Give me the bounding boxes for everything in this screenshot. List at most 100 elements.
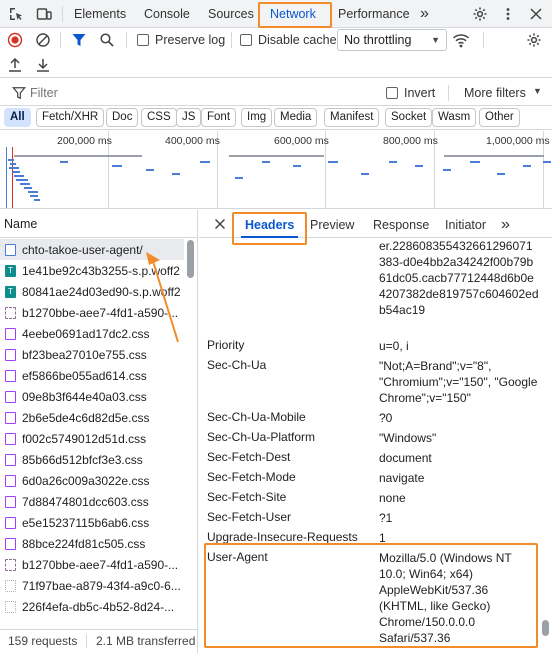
header-value: 1: [379, 531, 386, 545]
header-value: Mozilla/5.0 (Windows NT 10.0; Win64; x64…: [379, 551, 512, 645]
request-row[interactable]: b1270bbe-aee7-4fd1-a590-...: [0, 554, 184, 575]
request-name: e5e15237115b6ab6.css: [22, 515, 150, 530]
request-row[interactable]: 88bce224fd81c505.css: [0, 533, 184, 554]
header-key: Sec-Fetch-Site: [207, 490, 287, 504]
waterfall-bar: [200, 161, 210, 163]
request-row[interactable]: ef5866be055ad614.css: [0, 365, 184, 386]
tab-elements[interactable]: Elements: [74, 0, 126, 28]
request-name: ef5866be055ad614.css: [22, 368, 147, 383]
img-file-icon: [5, 579, 16, 592]
waterfall-bar: [444, 155, 544, 157]
request-name: 71f97bae-a879-43f4-a9c0-6...: [22, 578, 181, 593]
tab-response[interactable]: Response: [373, 210, 429, 238]
timeline-tick: 1,000,000 ms: [486, 135, 550, 147]
type-filter-img[interactable]: Img: [241, 108, 273, 127]
tab-headers[interactable]: Headers: [240, 210, 299, 238]
type-filter-css[interactable]: CSS: [141, 108, 177, 127]
request-row[interactable]: bf23bea27010e755.css: [0, 344, 184, 365]
details-scrollbar[interactable]: [542, 620, 549, 636]
request-row[interactable]: 6d0a26c009a3022e.css: [0, 470, 184, 491]
name-column-header[interactable]: Name: [0, 210, 198, 238]
dom-content-loaded-marker: [6, 147, 7, 208]
more-filters-button[interactable]: More filters: [464, 86, 526, 100]
tab-network[interactable]: Network: [264, 0, 322, 28]
more-detail-tabs-icon[interactable]: »: [501, 210, 510, 238]
throttling-select[interactable]: No throttling ▼: [337, 29, 447, 51]
search-icon[interactable]: [98, 31, 116, 49]
tab-performance[interactable]: Performance: [338, 0, 410, 28]
export-har-icon[interactable]: [34, 56, 52, 74]
request-row[interactable]: e5e15237115b6ab6.css: [0, 512, 184, 533]
request-name: 226f4efa-db5c-4b52-8d24-...: [22, 599, 175, 614]
request-row[interactable]: f002c5749012d51d.css: [0, 428, 184, 449]
tab-preview[interactable]: Preview: [310, 210, 354, 238]
type-filter-doc[interactable]: Doc: [106, 108, 139, 127]
waterfall-bar: [146, 169, 154, 171]
type-filter-socket[interactable]: Socket: [385, 108, 433, 127]
close-details-icon[interactable]: [211, 215, 229, 233]
css-file-icon: [5, 474, 16, 487]
disable-cache-checkbox[interactable]: [240, 34, 252, 46]
img-file-icon: [5, 600, 16, 613]
timeline-tick: 400,000 ms: [165, 135, 220, 147]
record-icon[interactable]: [6, 31, 24, 49]
tab-console[interactable]: Console: [144, 0, 190, 28]
request-row[interactable]: 71f97bae-a879-43f4-a9c0-6...: [0, 575, 184, 596]
clear-icon[interactable]: [34, 31, 52, 49]
more-options-icon[interactable]: [498, 4, 518, 24]
header-key: Sec-Ch-Ua: [207, 358, 267, 372]
details-tabs: Headers Preview Response Initiator »: [199, 210, 552, 238]
request-row[interactable]: 226f4efa-db5c-4b52-8d24-...: [0, 596, 184, 617]
css-file-icon: [5, 348, 16, 361]
waterfall-bar: [361, 173, 369, 175]
close-icon[interactable]: [526, 4, 546, 24]
divider: [86, 634, 87, 648]
request-row[interactable]: 7d88474801dcc603.css: [0, 491, 184, 512]
type-filter-manifest[interactable]: Manifest: [324, 108, 380, 127]
request-count: 159 requests: [8, 634, 78, 648]
request-row[interactable]: 2b6e5de4c6d82d5e.css: [0, 407, 184, 428]
css-file-icon: [5, 369, 16, 382]
type-filter-media[interactable]: Media: [274, 108, 318, 127]
waterfall-bar: [543, 161, 551, 163]
header-value: document: [379, 451, 432, 465]
request-name: bf23bea27010e755.css: [22, 347, 147, 362]
resource-type-filters: All Fetch/XHR Doc CSS JS Font Img Media Manifest…: [0, 106, 552, 130]
import-har-icon[interactable]: [6, 56, 24, 74]
waterfall-bar: [470, 161, 480, 163]
css-file-icon: [5, 495, 16, 508]
chevron-down-icon: ▼: [533, 86, 542, 96]
preserve-log-checkbox[interactable]: [137, 34, 149, 46]
select-element-icon[interactable]: [6, 4, 26, 24]
type-filter-all[interactable]: All: [4, 108, 31, 127]
request-row[interactable]: 09e8b3f644e40a03.css: [0, 386, 184, 407]
import-export-toolbar: [0, 52, 552, 78]
network-conditions-icon[interactable]: [452, 31, 470, 49]
more-tabs-icon[interactable]: »: [420, 0, 429, 28]
type-filter-wasm[interactable]: Wasm: [432, 108, 477, 127]
type-filter-js[interactable]: JS: [176, 108, 202, 127]
font-file-icon: T: [5, 285, 16, 298]
tab-initiator[interactable]: Initiator: [445, 210, 486, 238]
filter-funnel-icon[interactable]: [70, 31, 88, 49]
waterfall-bar: [14, 155, 142, 157]
request-row[interactable]: 85b66d512bfcf3e3.css: [0, 449, 184, 470]
type-filter-fetchxhr[interactable]: Fetch/XHR: [36, 108, 105, 127]
waterfall-bar: [30, 195, 38, 197]
invert-checkbox[interactable]: [386, 87, 398, 99]
filter-input[interactable]: [30, 83, 370, 103]
request-name: chto-takoe-user-agent/: [22, 242, 143, 257]
previous-header-value: er.228608355432661296071383-d0e4bb2a3424…: [379, 239, 539, 317]
request-name: f002c5749012d51d.css: [22, 431, 147, 446]
waterfall-bar: [172, 173, 180, 175]
settings-gear-icon[interactable]: [470, 4, 490, 24]
device-toolbar-icon[interactable]: [34, 4, 54, 24]
waterfall-bar: [497, 173, 505, 175]
type-filter-other[interactable]: Other: [479, 108, 520, 127]
timeline-overview[interactable]: 200,000 ms 400,000 ms 600,000 ms 800,000…: [0, 131, 552, 209]
tab-sources[interactable]: Sources: [208, 0, 254, 28]
request-list-scrollbar[interactable]: [187, 240, 194, 278]
type-filter-font[interactable]: Font: [201, 108, 237, 127]
network-settings-gear-icon[interactable]: [525, 31, 543, 49]
waterfall-bar: [443, 169, 451, 171]
